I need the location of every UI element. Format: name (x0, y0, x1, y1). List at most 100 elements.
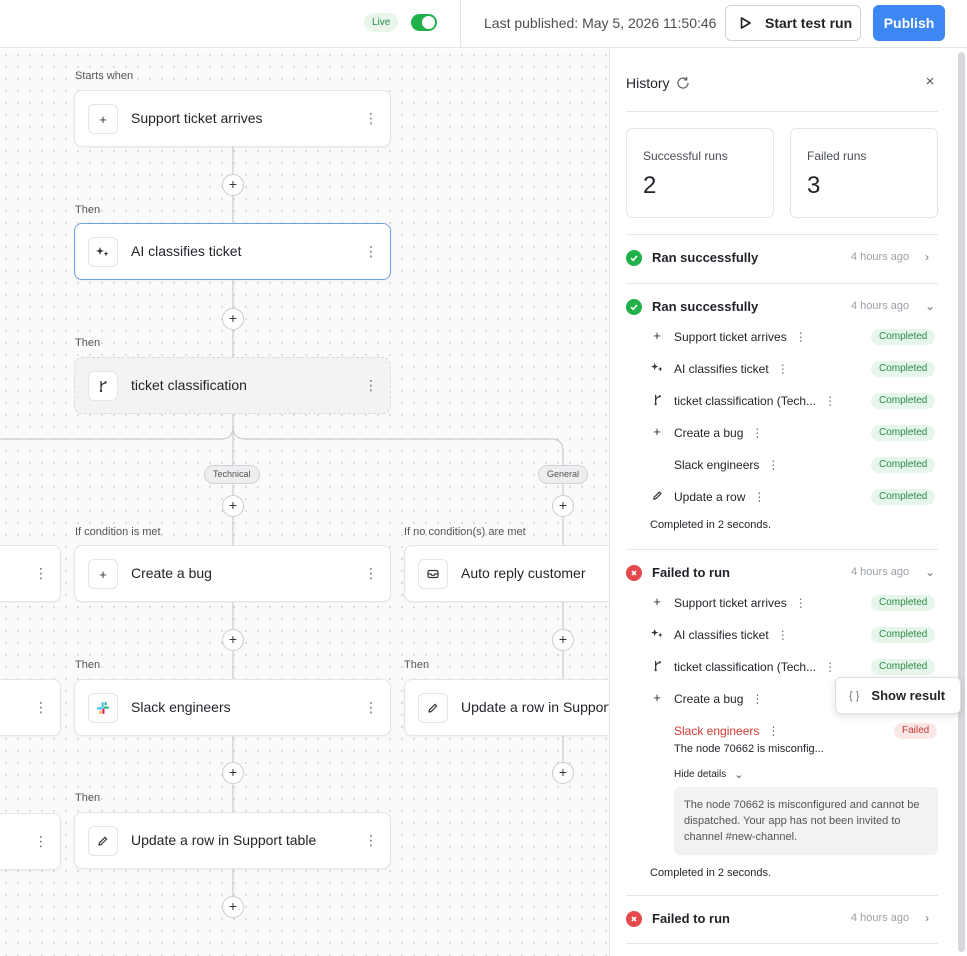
chevron-down-icon[interactable]: ⌄ (925, 565, 935, 579)
step-menu-icon[interactable]: ⋮ (751, 426, 763, 440)
add-step-button[interactable]: + (222, 174, 244, 196)
divider (626, 943, 938, 944)
live-badge: Live (364, 13, 399, 32)
add-step-button[interactable]: + (552, 629, 574, 651)
node-menu-icon[interactable]: ⋮ (364, 109, 378, 127)
add-step-button[interactable]: + (552, 762, 574, 784)
chevron-down-icon[interactable]: ⌄ (925, 299, 935, 313)
run-time: 4 hours ago (851, 300, 910, 312)
status-badge: Completed (871, 361, 936, 377)
successful-runs-label: Successful runs (643, 149, 728, 163)
start-test-run-button[interactable]: Start test run (725, 5, 861, 41)
auto-reply-node[interactable]: Auto reply customer (404, 545, 609, 602)
update-row-node[interactable]: Update a row in Support table ⋮ (74, 812, 391, 869)
node-menu-icon[interactable]: ⋮ (364, 831, 378, 849)
node-menu-icon[interactable]: ⋮ (34, 698, 48, 716)
step-menu-icon[interactable]: ⋮ (777, 628, 789, 642)
live-toggle[interactable] (411, 14, 437, 31)
node-menu-icon[interactable]: ⋮ (364, 698, 378, 716)
chevron-right-icon[interactable]: › (925, 911, 929, 925)
add-step-button[interactable]: + (222, 629, 244, 651)
node-menu-icon[interactable]: ⋮ (364, 564, 378, 582)
failed-runs-value: 3 (807, 172, 821, 199)
show-result-button[interactable]: { } Show result (835, 677, 961, 714)
node-label: Auto reply customer (461, 565, 586, 581)
run-step[interactable]: + Create a bug ⋮ Completed (650, 423, 938, 443)
add-step-button[interactable]: + (222, 495, 244, 517)
add-step-button[interactable]: + (222, 308, 244, 330)
branch-pill-technical[interactable]: Technical (204, 465, 260, 484)
error-circle-icon (626, 911, 642, 927)
router-node[interactable]: ticket classification ⋮ (74, 357, 391, 414)
close-icon[interactable]: × (922, 73, 938, 90)
run-step[interactable]: AI classifies ticket ⋮ Completed (650, 625, 938, 645)
slack-node[interactable]: Slack engineers ⋮ (74, 679, 391, 736)
add-step-button[interactable]: + (222, 762, 244, 784)
node-label: AI classifies ticket (131, 243, 242, 259)
branch-icon (88, 371, 118, 401)
add-step-button[interactable]: + (552, 495, 574, 517)
then-caption: Then (75, 337, 101, 349)
node-label: Slack engineers (131, 699, 231, 715)
status-badge: Completed (871, 329, 936, 345)
step-menu-icon[interactable]: ⋮ (795, 330, 807, 344)
step-menu-icon[interactable]: ⋮ (777, 362, 789, 376)
step-menu-icon[interactable]: ⋮ (753, 490, 765, 504)
node-menu-icon[interactable]: ⋮ (34, 564, 48, 582)
ai-classify-node[interactable]: AI classifies ticket ⋮ (74, 223, 391, 280)
offscreen-node[interactable]: ⋮ (0, 545, 61, 602)
workflow-canvas[interactable]: Starts when + Support ticket arrives ⋮ +… (0, 49, 609, 956)
step-label: Create a bug (674, 692, 744, 706)
hide-details-toggle[interactable]: Hide details ⌄ (674, 768, 743, 781)
update-row-right-node[interactable]: Update a row in Support (404, 679, 609, 736)
run-step[interactable]: + Support ticket arrives ⋮ Completed (650, 327, 938, 347)
node-menu-icon[interactable]: ⋮ (364, 376, 378, 394)
run-row[interactable]: Ran successfully 4 hours ago › (626, 248, 938, 268)
then-caption: Then (75, 792, 101, 804)
step-label: Support ticket arrives (674, 596, 787, 610)
step-menu-icon[interactable]: ⋮ (751, 692, 763, 706)
slack-icon (88, 693, 118, 723)
run-step[interactable]: Slack engineers ⋮ Completed (650, 455, 938, 475)
divider (626, 549, 938, 550)
refresh-icon[interactable] (676, 76, 690, 90)
step-menu-icon[interactable]: ⋮ (795, 596, 807, 610)
node-menu-icon[interactable]: ⋮ (34, 832, 48, 850)
node-menu-icon[interactable]: ⋮ (364, 242, 378, 260)
step-menu-icon[interactable]: ⋮ (767, 724, 779, 738)
if-no-condition-caption: If no condition(s) are met (404, 526, 526, 538)
offscreen-node[interactable]: ⋮ (0, 679, 61, 736)
run-row[interactable]: Failed to run 4 hours ago ⌄ (626, 563, 938, 583)
node-label: Update a row in Support table (131, 832, 317, 848)
step-label: AI classifies ticket (674, 362, 769, 376)
start-test-run-label: Start test run (765, 15, 853, 31)
run-step[interactable]: ticket classification (Tech... ⋮ Complete… (650, 657, 938, 677)
create-bug-node[interactable]: + Create a bug ⋮ (74, 545, 391, 602)
step-label: Create a bug (674, 426, 744, 440)
status-badge: Completed (871, 659, 936, 675)
step-menu-icon[interactable]: ⋮ (824, 394, 836, 408)
plus-icon: + (653, 424, 661, 439)
run-step-failed[interactable]: Slack engineers ⋮ Failed (650, 721, 938, 741)
status-badge: Completed (871, 457, 936, 473)
chevron-right-icon[interactable]: › (925, 250, 929, 264)
publish-button[interactable]: Publish (873, 5, 945, 41)
run-step[interactable]: Update a row ⋮ Completed (650, 487, 938, 507)
step-menu-icon[interactable]: ⋮ (767, 458, 779, 472)
run-step[interactable]: ticket classification (Tech... ⋮ Complete… (650, 391, 938, 411)
top-bar: Live Last published: May 5, 2026 11:50:4… (0, 0, 967, 48)
offscreen-node[interactable]: ⋮ (0, 813, 61, 870)
run-row[interactable]: Failed to run 4 hours ago › (626, 909, 938, 929)
status-badge: Completed (871, 393, 936, 409)
run-row[interactable]: Ran successfully 4 hours ago ⌄ (626, 297, 938, 317)
add-step-button[interactable]: + (222, 896, 244, 918)
trigger-node[interactable]: + Support ticket arrives ⋮ (74, 90, 391, 147)
step-menu-icon[interactable]: ⋮ (824, 660, 836, 674)
error-summary: The node 70662 is misconfig... (674, 743, 824, 755)
scrollbar[interactable] (958, 52, 965, 952)
run-step[interactable]: + Support ticket arrives ⋮ Completed (650, 593, 938, 613)
if-condition-caption: If condition is met (75, 526, 161, 538)
run-step[interactable]: AI classifies ticket ⋮ Completed (650, 359, 938, 379)
branch-pill-general[interactable]: General (538, 465, 589, 484)
run-status: Ran successfully (652, 299, 759, 314)
